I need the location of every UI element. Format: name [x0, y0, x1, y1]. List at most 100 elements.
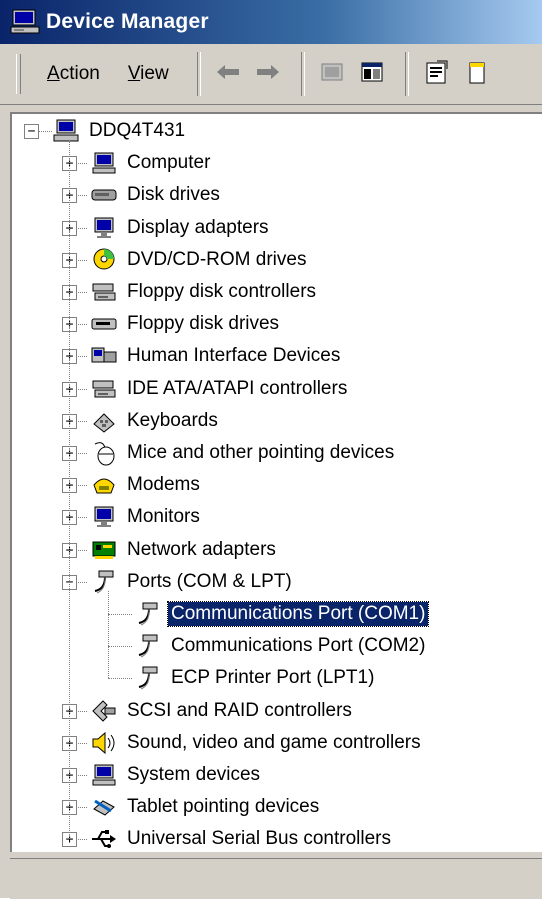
tree-connector: [108, 614, 132, 616]
tree-device-label: Communications Port (COM2): [171, 635, 426, 657]
tree-category-label: Display adapters: [127, 216, 269, 238]
properties-button[interactable]: [419, 57, 453, 91]
show-hide-tree-icon: [359, 60, 385, 89]
tree-category[interactable]: Mice and other pointing devices: [90, 438, 397, 468]
tree-category-label: Network adapters: [127, 538, 276, 560]
device-tree[interactable]: − DDQ4T431 + Computer + Disk drives + Display a…: [10, 112, 542, 852]
tree-category-label: System devices: [127, 764, 261, 785]
forward-icon: [255, 63, 281, 86]
tree-category-label: Tablet pointing devices: [127, 796, 320, 818]
help-icon: [466, 59, 486, 90]
keyboard-icon: [90, 408, 118, 434]
tree-category[interactable]: Floppy disk drives: [90, 309, 282, 339]
up-button[interactable]: [315, 57, 349, 91]
tree-root-label: DDQ4T431: [89, 120, 186, 141]
disk-drive-icon: [90, 182, 118, 208]
toolbar-separator: [300, 52, 305, 96]
tree-category[interactable]: Monitors: [90, 502, 203, 532]
forward-button[interactable]: [251, 57, 285, 91]
tree-connector: [108, 678, 132, 680]
window-title: Device Manager: [46, 10, 209, 33]
tree-category[interactable]: Display adapters: [90, 213, 272, 243]
up-icon: [319, 60, 345, 89]
show-hide-tree-button[interactable]: [355, 57, 389, 91]
cdrom-icon: [90, 247, 118, 273]
controller-icon: [90, 376, 118, 402]
hid-icon: [90, 343, 118, 369]
tree-category[interactable]: Keyboards: [90, 406, 221, 436]
tree-category-label: Floppy disk controllers: [127, 281, 317, 302]
menu-action-label: Action: [47, 63, 100, 84]
port-icon: [134, 601, 162, 627]
device-manager-window: Device Manager Action View − DDQ4T431 + …: [0, 0, 542, 899]
tree-category-label: Sound, video and game controllers: [127, 731, 421, 753]
tree-category-label: Human Interface Devices: [127, 345, 341, 367]
toolbar-separator: [196, 52, 201, 96]
tree-category-label: Floppy disk drives: [127, 313, 280, 335]
title-bar[interactable]: Device Manager: [0, 0, 542, 44]
computer-icon: [90, 150, 118, 176]
sound-icon: [90, 730, 118, 756]
tree-category[interactable]: Universal Serial Bus controllers: [90, 824, 394, 852]
tree-category[interactable]: Ports (COM & LPT): [90, 567, 295, 597]
device-manager-icon: [10, 7, 42, 37]
help-button[interactable]: [459, 57, 493, 91]
menu-view[interactable]: View: [118, 59, 179, 89]
controller-icon: [90, 279, 118, 305]
back-button[interactable]: [211, 57, 245, 91]
tree-category[interactable]: Network adapters: [90, 535, 279, 565]
tree-device[interactable]: Communications Port (COM1): [134, 599, 430, 629]
tree-category[interactable]: Human Interface Devices: [90, 341, 343, 371]
mouse-icon: [90, 440, 118, 466]
tree-device-label: ECP Printer Port (LPT1): [171, 667, 375, 689]
tree-category[interactable]: Disk drives: [90, 180, 223, 210]
tree-category-label: Monitors: [127, 506, 200, 528]
status-bar: [10, 858, 542, 899]
tree-category-label: Ports (COM & LPT): [127, 570, 292, 592]
menu-action[interactable]: Action: [37, 59, 110, 89]
tree-category-label: Mice and other pointing devices: [127, 442, 395, 463]
port-icon: [90, 569, 118, 595]
floppy-drive-icon: [90, 311, 118, 337]
tree-category-label: DVD/CD-ROM drives: [127, 248, 307, 270]
tree-category[interactable]: Computer: [90, 148, 213, 178]
properties-icon: [423, 59, 449, 90]
toolbar-grip[interactable]: [16, 54, 21, 94]
tree-category[interactable]: Sound, video and game controllers: [90, 728, 424, 758]
menu-view-label: View: [127, 63, 169, 84]
modem-icon: [90, 472, 118, 498]
toolbar: Action View: [0, 44, 542, 105]
tree-category[interactable]: SCSI and RAID controllers: [90, 696, 355, 726]
tree-category-label: Keyboards: [127, 409, 218, 431]
tree-device-label: Communications Port (COM1): [166, 601, 430, 627]
network-adapter-icon: [90, 537, 118, 563]
tablet-icon: [90, 794, 118, 820]
tree-connector: [108, 590, 110, 679]
tree-connector: [108, 646, 132, 648]
tree-category-label: SCSI and RAID controllers: [127, 699, 352, 721]
tree-category[interactable]: System devices: [90, 760, 263, 790]
tree-category[interactable]: Floppy disk controllers: [90, 277, 319, 307]
tree-category[interactable]: IDE ATA/ATAPI controllers: [90, 374, 350, 404]
tree-category-label: Universal Serial Bus controllers: [127, 828, 391, 850]
tree-connector: [38, 131, 52, 133]
computer-icon: [52, 118, 80, 144]
scsi-icon: [90, 698, 118, 724]
tree-category-label: Modems: [127, 474, 200, 496]
tree-root[interactable]: DDQ4T431: [52, 116, 188, 146]
tree-category-label: Computer: [127, 152, 211, 174]
collapse-toggle[interactable]: −: [24, 124, 39, 139]
usb-icon: [90, 826, 118, 852]
back-icon: [215, 63, 241, 86]
tree-connector: [69, 140, 71, 840]
monitor-icon: [90, 504, 118, 530]
tree-category[interactable]: Modems: [90, 470, 203, 500]
tree-device[interactable]: ECP Printer Port (LPT1): [134, 663, 377, 693]
tree-category[interactable]: DVD/CD-ROM drives: [90, 245, 309, 275]
toolbar-separator: [404, 52, 409, 96]
port-icon: [134, 633, 162, 659]
tree-category[interactable]: Tablet pointing devices: [90, 792, 322, 822]
tree-category-label: IDE ATA/ATAPI controllers: [127, 377, 348, 399]
tree-device[interactable]: Communications Port (COM2): [134, 631, 428, 661]
tree-category-label: Disk drives: [127, 184, 220, 206]
